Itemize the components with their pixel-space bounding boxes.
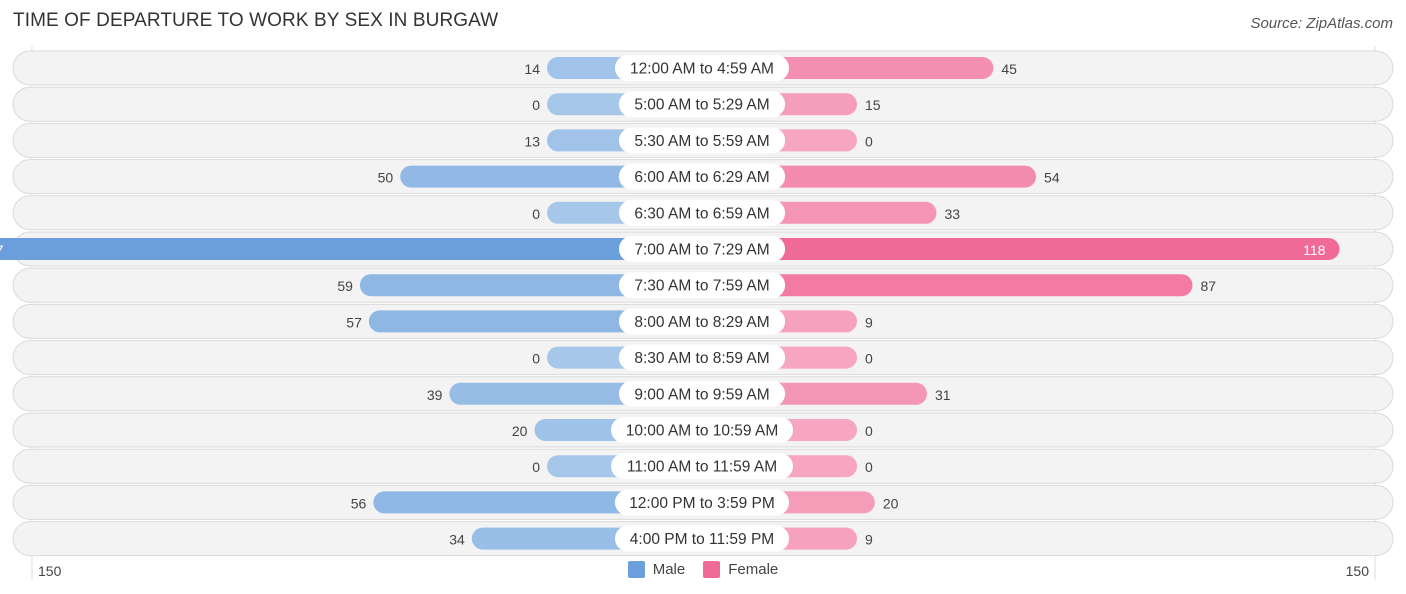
- value-label-female: 0: [865, 423, 873, 439]
- value-label-male: 0: [532, 97, 540, 113]
- legend-label-female: Female: [728, 561, 779, 578]
- value-label-female: 9: [865, 532, 873, 548]
- value-label-female: 87: [1200, 278, 1216, 294]
- legend-item-female[interactable]: Female: [703, 561, 778, 578]
- chart-canvas: 12:00 AM to 4:59 AM 14 45 5:00 AM to 5:29 A…: [0, 46, 1394, 580]
- value-label-male: 34: [449, 532, 465, 548]
- category-label: 5:00 AM to 5:29 AM: [634, 97, 769, 114]
- value-label-female: 118: [1303, 242, 1326, 258]
- category-label: 4:00 PM to 11:59 PM: [630, 531, 774, 548]
- legend: Male Female: [0, 561, 1406, 578]
- value-label-female: 0: [865, 459, 873, 475]
- legend-label-male: Male: [652, 561, 686, 578]
- value-label-female: 54: [1044, 170, 1060, 186]
- value-label-male: 20: [512, 423, 528, 439]
- value-label-male: 50: [378, 170, 394, 186]
- category-label: 5:30 AM to 5:59 AM: [634, 133, 769, 150]
- category-label: 7:30 AM to 7:59 AM: [634, 278, 769, 295]
- category-label: 6:30 AM to 6:59 AM: [634, 205, 769, 222]
- value-label-male: 56: [351, 495, 367, 511]
- category-label: 8:30 AM to 8:59 AM: [634, 350, 769, 367]
- value-label-female: 33: [944, 206, 960, 222]
- bar-male: [0, 238, 702, 260]
- category-label: 9:00 AM to 9:59 AM: [634, 386, 769, 403]
- legend-swatch-female: [703, 561, 721, 578]
- category-label: 11:00 AM to 11:59 AM: [627, 459, 777, 476]
- value-label-male: 39: [427, 387, 443, 403]
- value-label-female: 31: [935, 387, 951, 403]
- value-label-female: 0: [865, 351, 873, 367]
- value-label-male: 57: [346, 314, 362, 330]
- value-label-male: 13: [524, 133, 540, 149]
- category-label: 12:00 PM to 3:59 PM: [629, 495, 775, 512]
- value-label-male: 0: [532, 351, 540, 367]
- bar-female: [702, 238, 1340, 260]
- value-label-male: 0: [532, 459, 540, 475]
- value-label-female: 15: [865, 97, 881, 113]
- value-label-female: 20: [883, 495, 899, 511]
- category-label: 12:00 AM to 4:59 AM: [630, 61, 774, 78]
- legend-item-male[interactable]: Male: [627, 561, 686, 578]
- category-label: 6:00 AM to 6:29 AM: [634, 169, 769, 186]
- value-label-female: 0: [865, 133, 873, 149]
- category-label: 8:00 AM to 8:29 AM: [634, 314, 769, 331]
- value-label-male: 59: [337, 278, 353, 294]
- value-label-male: 147: [0, 242, 4, 258]
- value-label-male: 14: [524, 61, 540, 77]
- category-label: 10:00 AM to 10:59 AM: [626, 423, 779, 440]
- value-label-female: 45: [1001, 61, 1017, 77]
- value-label-female: 9: [865, 314, 873, 330]
- value-label-male: 0: [532, 206, 540, 222]
- legend-swatch-male: [627, 561, 645, 578]
- category-label: 7:00 AM to 7:29 AM: [634, 242, 769, 259]
